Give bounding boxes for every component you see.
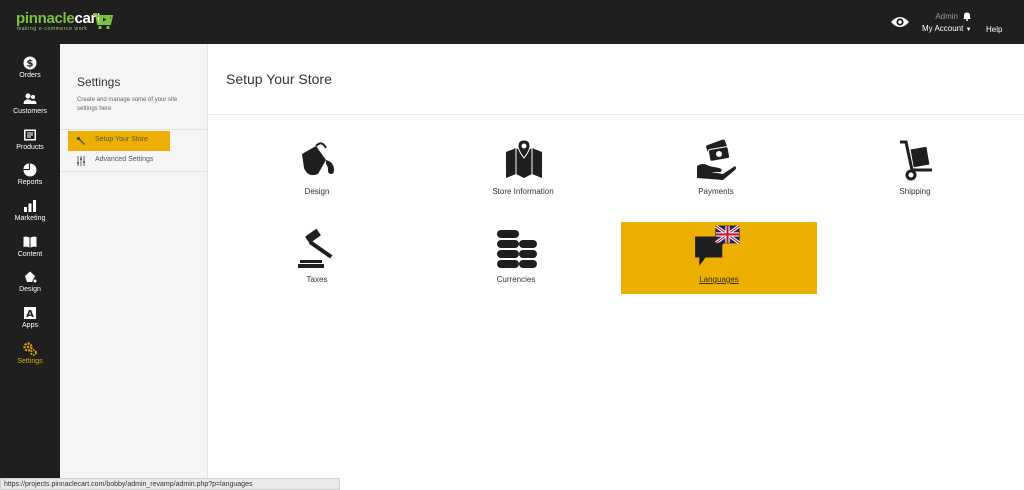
status-bar-url: https://projects.pinnaclecart.com/bobby/… [0,478,340,490]
users-icon [23,93,37,104]
nav-label: Products [16,144,44,151]
money-hand-icon [697,139,736,180]
cart-icon [93,13,114,30]
pie-icon [23,163,37,177]
paint-icon [25,271,37,283]
tile-label: Currencies [496,275,536,284]
chevron-down-icon: ▼ [965,27,972,33]
nav-label: Apps [22,322,38,329]
nav-label: Content [17,251,43,258]
divider [60,129,207,130]
settings-item-label: Advanced Settings [95,156,154,163]
tile-design[interactable]: Design [219,134,415,206]
nav-label: Marketing [14,215,46,222]
my-account-label: My Account ▼ [922,24,972,33]
help-link[interactable]: Help [986,25,1002,34]
brand-name: pinnaclecart [16,10,101,27]
paint-bucket-icon [302,142,334,176]
nav-item-products[interactable]: Products [0,128,60,162]
tile-label: Shipping [899,187,931,196]
nav-label: Settings [17,358,43,365]
divider [60,171,207,172]
brand-tagline: making e-commerce work [17,26,88,32]
nav-item-design[interactable]: Design [0,270,60,304]
gears-icon [23,342,37,356]
main-sidebar: $ Orders Customers Products Reports Mark… [0,44,60,490]
nav-item-orders[interactable]: $ Orders [0,56,60,90]
page-title: Setup Your Store [226,71,332,87]
settings-title: Settings [77,75,121,89]
sliders-icon [77,156,85,166]
tile-taxes[interactable]: Taxes [219,222,415,294]
nav-label: Reports [17,179,43,186]
nav-label: Design [19,286,41,293]
user-name: Admin [935,12,958,21]
nav-label: Orders [19,72,41,79]
eye-icon[interactable] [890,15,910,29]
nav-item-marketing[interactable]: Marketing [0,199,60,233]
coin-stacks-icon [497,230,537,268]
settings-item-setup-store[interactable]: Setup Your Store [68,131,170,151]
nav-item-settings[interactable]: Settings [0,342,60,376]
svg-text:A: A [26,309,34,320]
tile-label: Languages [699,275,739,284]
divider [208,114,1024,115]
nav-item-apps[interactable]: A Apps [0,306,60,340]
apps-icon: A [24,307,36,320]
tile-currencies[interactable]: Currencies [418,222,614,294]
wrench-icon [77,137,85,145]
nav-item-reports[interactable]: Reports [0,163,60,197]
settings-item-advanced[interactable]: Advanced Settings [68,151,170,171]
tile-label: Payments [698,187,734,196]
settings-panel: Settings Create and manage some of your … [60,44,208,490]
nav-item-content[interactable]: Content [0,235,60,269]
tile-languages[interactable]: Languages [621,222,817,294]
tile-label: Taxes [306,275,328,284]
tile-payments[interactable]: Payments [618,134,814,206]
brand-logo[interactable]: pinnaclecart making e-commerce work [16,10,116,36]
tile-label: Design [304,187,330,196]
nav-item-customers[interactable]: Customers [0,92,60,126]
settings-description: Create and manage some of your site sett… [77,97,178,112]
map-icon [506,139,542,178]
book-icon [23,236,37,248]
bars-icon [24,200,36,212]
nav-label: Customers [13,108,47,115]
svg-text:$: $ [27,59,34,70]
tile-store-information[interactable]: Store Information [425,134,621,206]
tile-shipping[interactable]: Shipping [817,134,1013,206]
account-menu[interactable]: Admin My Account ▼ [916,10,972,36]
dollar-icon: $ [23,56,37,70]
box-icon [24,129,36,141]
top-bar: pinnaclecart making e-commerce work Admi… [0,0,1024,44]
speech-flag-icon [695,224,740,266]
bell-icon[interactable] [962,11,972,21]
settings-item-label: Setup Your Store [95,136,148,143]
gavel-icon [298,229,333,268]
tile-label: Store Information [492,187,554,196]
hand-truck-icon [900,140,932,181]
